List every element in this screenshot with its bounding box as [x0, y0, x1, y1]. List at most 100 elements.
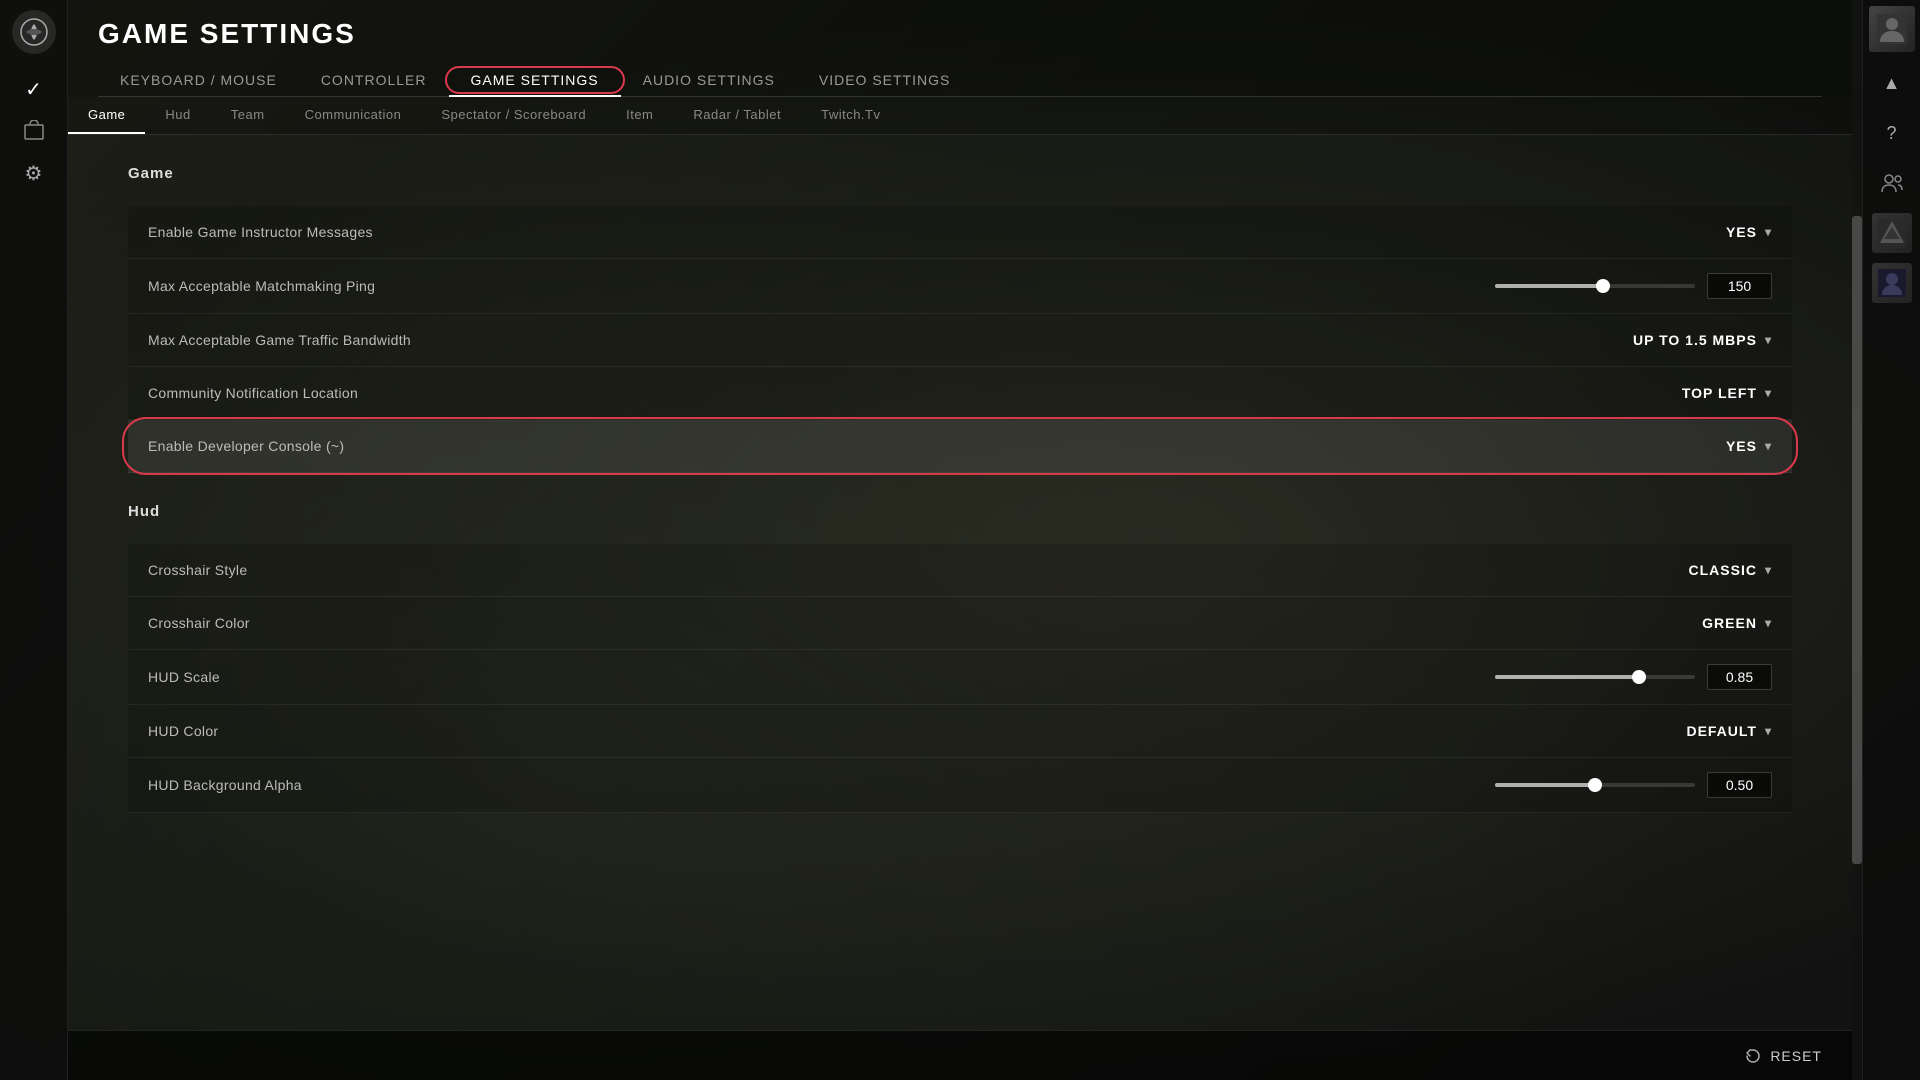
main-nav: Keyboard / Mouse Controller Game Setting… — [98, 64, 1822, 97]
game-section-header: Game — [128, 165, 1792, 190]
ping-slider-track[interactable] — [1495, 284, 1695, 288]
hud-settings-list: Crosshair Style CLASSIC ▾ Crosshair Colo… — [128, 544, 1792, 813]
bottom-bar: RESET — [68, 1030, 1852, 1080]
instructor-dropdown-arrow: ▾ — [1765, 225, 1772, 239]
setting-control-hud-color: DEFAULT ▾ — [1572, 719, 1772, 743]
setting-label-notification: Community Notification Location — [148, 385, 1572, 401]
instructor-messages-dropdown[interactable]: YES ▾ — [1726, 220, 1772, 244]
sidebar-checkmark-icon[interactable]: ✓ — [15, 70, 53, 108]
setting-label-bandwidth: Max Acceptable Game Traffic Bandwidth — [148, 332, 1572, 348]
setting-label-crosshair-color: Crosshair Color — [148, 615, 1572, 631]
hud-color-arrow: ▾ — [1765, 724, 1772, 738]
setting-control-bandwidth: UP TO 1.5 MBPS ▾ — [1572, 328, 1772, 352]
crosshair-style-dropdown[interactable]: CLASSIC ▾ — [1689, 558, 1772, 582]
scrollbar-track[interactable] — [1852, 0, 1862, 1080]
nav-controller[interactable]: Controller — [299, 64, 449, 96]
scrollbar-thumb[interactable] — [1852, 216, 1862, 864]
friends-icon[interactable] — [1869, 160, 1915, 206]
setting-hud-scale: HUD Scale — [128, 650, 1792, 705]
setting-matchmaking-ping: Max Acceptable Matchmaking Ping — [128, 259, 1792, 314]
bandwidth-dropdown[interactable]: UP TO 1.5 MBPS ▾ — [1633, 328, 1772, 352]
setting-game-instructor-messages: Enable Game Instructor Messages YES ▾ — [128, 206, 1792, 259]
setting-label-crosshair-style: Crosshair Style — [148, 562, 1572, 578]
subnav-radar-tablet[interactable]: Radar / Tablet — [673, 97, 801, 134]
setting-label-instructor: Enable Game Instructor Messages — [148, 224, 1572, 240]
setting-hud-color: HUD Color DEFAULT ▾ — [128, 705, 1792, 758]
notification-dropdown-arrow: ▾ — [1765, 386, 1772, 400]
player-avatar[interactable] — [1869, 6, 1915, 52]
subnav-team[interactable]: Team — [211, 97, 285, 134]
main-panel: GAME SETTINGS Keyboard / Mouse Controlle… — [68, 0, 1852, 1080]
avatar2-icon[interactable] — [1869, 210, 1915, 256]
hud-scale-slider-thumb[interactable] — [1632, 670, 1646, 684]
bandwidth-dropdown-arrow: ▾ — [1765, 333, 1772, 347]
subnav-communication[interactable]: Communication — [285, 97, 422, 134]
settings-content: Game Enable Game Instructor Messages YES… — [68, 135, 1852, 1030]
subnav-game[interactable]: Game — [68, 97, 145, 134]
setting-control-notification: TOP LEFT ▾ — [1572, 381, 1772, 405]
crosshair-style-arrow: ▾ — [1765, 563, 1772, 577]
hud-section: Hud Crosshair Style CLASSIC ▾ Crosshair … — [128, 503, 1792, 813]
subnav-spectator-scoreboard[interactable]: Spectator / Scoreboard — [421, 97, 606, 134]
hud-alpha-slider-container — [1495, 772, 1772, 798]
setting-control-instructor: YES ▾ — [1572, 220, 1772, 244]
setting-label-hud-scale: HUD Scale — [148, 669, 1495, 685]
setting-control-hud-scale — [1495, 664, 1772, 690]
setting-label-ping: Max Acceptable Matchmaking Ping — [148, 278, 1495, 294]
crosshair-color-arrow: ▾ — [1765, 616, 1772, 630]
setting-label-hud-bg-alpha: HUD Background Alpha — [148, 777, 1495, 793]
logo[interactable] — [12, 10, 56, 54]
chevron-up-icon[interactable]: ▲ — [1869, 60, 1915, 106]
sidebar-settings-icon[interactable]: ⚙ — [15, 154, 53, 192]
hud-section-header: Hud — [128, 503, 1792, 528]
setting-label-hud-color: HUD Color — [148, 723, 1572, 739]
nav-game-settings[interactable]: Game Settings — [449, 64, 621, 96]
page-title: GAME SETTINGS — [98, 18, 1822, 50]
avatar3-icon[interactable] — [1869, 260, 1915, 306]
hud-alpha-slider-fill — [1495, 783, 1595, 787]
setting-control-crosshair-color: GREEN ▾ — [1572, 611, 1772, 635]
setting-control-crosshair-style: CLASSIC ▾ — [1572, 558, 1772, 582]
subnav-twitchtv[interactable]: Twitch.tv — [801, 97, 900, 134]
setting-notification-location: Community Notification Location TOP LEFT… — [128, 367, 1792, 420]
ping-value-input[interactable] — [1707, 273, 1772, 299]
hud-alpha-slider-thumb[interactable] — [1588, 778, 1602, 792]
sub-nav: Game Hud Team Communication Spectator / … — [68, 97, 1852, 135]
hud-scale-value-input[interactable] — [1707, 664, 1772, 690]
setting-crosshair-color: Crosshair Color GREEN ▾ — [128, 597, 1792, 650]
hud-scale-slider-fill — [1495, 675, 1639, 679]
nav-audio-settings[interactable]: Audio Settings — [621, 64, 797, 96]
reset-button[interactable]: RESET — [1744, 1047, 1822, 1065]
right-sidebar: ▲ ? — [1862, 0, 1920, 1080]
setting-control-hud-bg-alpha — [1495, 772, 1772, 798]
sidebar-inventory-icon[interactable] — [15, 112, 53, 150]
devconsole-dropdown-arrow: ▾ — [1765, 439, 1772, 453]
hud-alpha-slider-track[interactable] — [1495, 783, 1695, 787]
game-settings-list: Enable Game Instructor Messages YES ▾ Ma… — [128, 206, 1792, 473]
nav-keyboard-mouse[interactable]: Keyboard / Mouse — [98, 64, 299, 96]
help-icon[interactable]: ? — [1869, 110, 1915, 156]
setting-control-ping — [1495, 273, 1772, 299]
setting-crosshair-style: Crosshair Style CLASSIC ▾ — [128, 544, 1792, 597]
subnav-hud[interactable]: Hud — [145, 97, 210, 134]
developer-console-dropdown[interactable]: YES ▾ — [1726, 434, 1772, 458]
reset-icon — [1744, 1047, 1762, 1065]
subnav-item[interactable]: Item — [606, 97, 673, 134]
nav-video-settings[interactable]: Video Settings — [797, 64, 972, 96]
setting-control-devconsole: YES ▾ — [1572, 434, 1772, 458]
ping-slider-container — [1495, 273, 1772, 299]
left-sidebar: ✓ ⚙ — [0, 0, 68, 1080]
hud-alpha-value-input[interactable] — [1707, 772, 1772, 798]
ping-slider-thumb[interactable] — [1596, 279, 1610, 293]
hud-color-dropdown[interactable]: DEFAULT ▾ — [1686, 719, 1772, 743]
notification-location-dropdown[interactable]: TOP LEFT ▾ — [1682, 381, 1772, 405]
header: GAME SETTINGS Keyboard / Mouse Controlle… — [68, 0, 1852, 97]
hud-scale-slider-track[interactable] — [1495, 675, 1695, 679]
ping-slider-fill — [1495, 284, 1603, 288]
setting-label-devconsole: Enable Developer Console (~) — [148, 438, 1572, 454]
crosshair-color-dropdown[interactable]: GREEN ▾ — [1702, 611, 1772, 635]
setting-developer-console: Enable Developer Console (~) YES ▾ — [128, 420, 1792, 473]
setting-bandwidth: Max Acceptable Game Traffic Bandwidth UP… — [128, 314, 1792, 367]
setting-hud-bg-alpha: HUD Background Alpha — [128, 758, 1792, 813]
hud-scale-slider-container — [1495, 664, 1772, 690]
